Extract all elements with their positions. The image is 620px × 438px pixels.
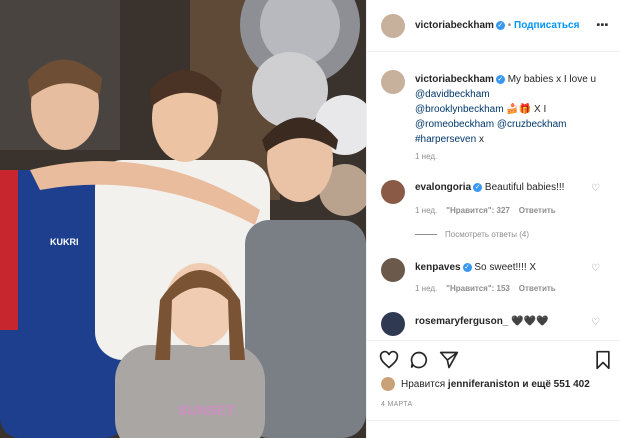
caption: victoriabeckham ✓ My babies x I love u @d…: [415, 72, 611, 147]
comment-username[interactable]: evalongoria: [415, 182, 471, 193]
more-options-icon[interactable]: ⋮: [594, 18, 611, 32]
separator-dot: •: [507, 20, 512, 31]
comment-likes[interactable]: "Нравится": 327: [446, 206, 510, 215]
comment: evalongoria ✓ Beautiful babies!!!: [415, 182, 564, 193]
photo-illustration: KUKRI SUNSET: [0, 0, 366, 438]
mention-cruzbeckham[interactable]: @cruzbeckham: [497, 119, 567, 130]
comment-reply-button[interactable]: Ответить: [519, 284, 556, 293]
liker-avatar[interactable]: [381, 377, 395, 391]
comment-like-heart-icon[interactable]: ♡: [591, 183, 600, 194]
author-username[interactable]: victoriabeckham: [415, 20, 494, 31]
hashtag-harperseven[interactable]: #harperseven: [415, 134, 476, 145]
comment-meta: 1 нед. "Нравится": 153 Ответить: [415, 284, 556, 293]
instagram-post: KUKRI SUNSET victoriabeckham ✓ • Подписа…: [0, 0, 620, 438]
likes-count[interactable]: и ещё 551 402: [522, 379, 589, 390]
comment-username[interactable]: kenpaves: [415, 262, 461, 273]
view-replies[interactable]: Посмотреть ответы (4): [415, 230, 529, 239]
comment-time[interactable]: 1 нед.: [415, 206, 437, 215]
author-avatar[interactable]: [381, 14, 405, 38]
caption-emoji: 🍰🎁: [506, 104, 532, 115]
liker-username[interactable]: jenniferaniston: [448, 379, 520, 390]
post-photo[interactable]: KUKRI SUNSET: [0, 0, 366, 438]
comment-time[interactable]: 1 нед.: [415, 284, 437, 293]
comment: rosemaryferguson_ 🖤🖤🖤: [415, 316, 549, 327]
verified-badge-icon: ✓: [473, 183, 483, 192]
post-date[interactable]: 4 МАРТА: [381, 401, 413, 408]
mention-romeobeckham[interactable]: @romeobeckham: [415, 119, 494, 130]
follow-button[interactable]: Подписаться: [514, 20, 579, 31]
comment-username[interactable]: rosemaryferguson_: [415, 316, 508, 327]
svg-text:KUKRI: KUKRI: [50, 237, 79, 247]
comment-text: So sweet!!!! X: [474, 262, 537, 273]
share-icon[interactable]: [439, 350, 459, 370]
caption-avatar[interactable]: [381, 70, 405, 94]
caption-username[interactable]: victoriabeckham: [415, 74, 494, 85]
comment-box-divider: [367, 420, 620, 421]
comment-icon[interactable]: [409, 350, 429, 370]
comment-like-heart-icon[interactable]: ♡: [591, 263, 600, 274]
comment-avatar[interactable]: [381, 312, 405, 336]
mention-brooklynbeckham[interactable]: @brooklynbeckham: [415, 104, 504, 115]
comment: kenpaves ✓ So sweet!!!! X: [415, 262, 536, 273]
view-replies-label: Посмотреть ответы (4): [445, 230, 530, 239]
verified-badge-icon: ✓: [495, 75, 505, 84]
comment-text: 🖤🖤🖤: [511, 316, 549, 327]
comment-avatar[interactable]: [381, 180, 405, 204]
comment-meta: 1 нед. "Нравится": 327 Ответить: [415, 206, 556, 215]
comment-likes[interactable]: "Нравится": 153: [446, 284, 510, 293]
caption-text: My babies x I love u: [507, 74, 597, 85]
caption-time[interactable]: 1 нед.: [415, 152, 437, 161]
comment-like-heart-icon[interactable]: ♡: [591, 317, 600, 328]
heart-icon[interactable]: [379, 350, 399, 370]
comment-reply-button[interactable]: Ответить: [519, 206, 556, 215]
comment-avatar[interactable]: [381, 258, 405, 282]
bookmark-icon[interactable]: [593, 350, 613, 370]
likes-prefix: Нравится: [401, 379, 446, 390]
verified-badge-icon: ✓: [495, 21, 505, 30]
post-sidebar: victoriabeckham ✓ • Подписаться ⋮ victori…: [366, 0, 620, 438]
comment-text: Beautiful babies!!!: [484, 182, 565, 193]
replies-line-icon: [415, 234, 437, 236]
verified-badge-icon: ✓: [462, 263, 472, 272]
svg-text:SUNSET: SUNSET: [178, 402, 235, 418]
caption-text-end: x: [478, 134, 484, 145]
actions-divider: [367, 340, 620, 341]
mention-davidbeckham[interactable]: @davidbeckham: [415, 89, 490, 100]
caption-text-mid: X I: [534, 104, 547, 115]
likes-line: Нравится jenniferaniston и ещё 551 402: [401, 379, 590, 390]
post-header: victoriabeckham ✓ • Подписаться ⋮: [367, 0, 620, 52]
